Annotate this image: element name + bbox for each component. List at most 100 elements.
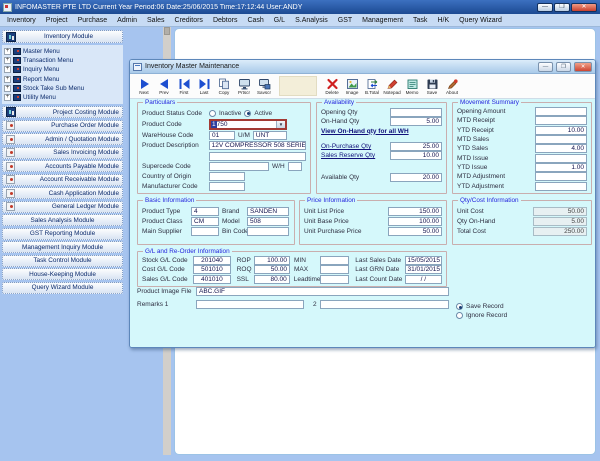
- tree-item-report-menu[interactable]: + Report Menu: [4, 74, 122, 83]
- scrollbar-thumb[interactable]: [164, 27, 170, 35]
- last-count-date-field[interactable]: / /: [405, 275, 442, 284]
- delete-button[interactable]: Delete: [322, 78, 342, 95]
- ssl-field[interactable]: 80.00: [254, 275, 289, 284]
- opening-amount-field[interactable]: [535, 107, 587, 116]
- description-field[interactable]: 12V COMPRESSOR 508 SERIES: [209, 141, 306, 150]
- max-field[interactable]: [320, 265, 350, 274]
- description2-field[interactable]: [209, 152, 306, 161]
- menu-project[interactable]: Project: [41, 14, 73, 26]
- dialog-maximize-button[interactable]: ❐: [556, 62, 571, 72]
- prtscr-button[interactable]: Prtscr: [234, 78, 254, 95]
- last-grn-date-field[interactable]: 31/01/2015: [405, 265, 443, 274]
- sidebar-item-management-inquiry[interactable]: Management Inquiry Module: [2, 241, 123, 253]
- tree-item-utility-menu[interactable]: + Utility Menu: [4, 93, 122, 102]
- unit-purchase-price-field[interactable]: 50.00: [388, 227, 442, 236]
- roq-field[interactable]: 50.00: [254, 265, 290, 274]
- window-maximize-button[interactable]: ❐: [554, 3, 570, 12]
- brand-field[interactable]: SANDEN: [247, 207, 289, 216]
- active-radio[interactable]: [244, 110, 251, 117]
- menu-management[interactable]: Management: [357, 14, 408, 26]
- sidebar-item-admin-quotation[interactable]: Admin / Quotation Module: [2, 133, 123, 145]
- next-button[interactable]: Next: [134, 78, 154, 95]
- sidebar-item-accounts-payable[interactable]: Accounts Payable Module: [2, 160, 123, 172]
- remarks2-field[interactable]: [320, 300, 449, 309]
- expand-plus-icon[interactable]: +: [4, 76, 11, 83]
- expand-plus-icon[interactable]: +: [4, 48, 11, 55]
- menu-creditors[interactable]: Creditors: [170, 14, 208, 26]
- menu-sanalysis[interactable]: S.Analysis: [290, 14, 333, 26]
- onhand-qty-field[interactable]: 5.00: [390, 117, 442, 126]
- cost-gl-field[interactable]: 501010: [193, 265, 231, 274]
- menu-debtors[interactable]: Debtors: [208, 14, 243, 26]
- mtd-receipt-field[interactable]: [535, 116, 587, 125]
- sidebar-item-task-control[interactable]: Task Control Module: [2, 255, 123, 267]
- onpurchase-qty-label[interactable]: On-Purchase Qty: [321, 143, 371, 150]
- sales-reserve-qty-field[interactable]: 10.00: [390, 151, 442, 160]
- inactive-radio[interactable]: [209, 110, 216, 117]
- leadtime-field[interactable]: [320, 275, 350, 284]
- manufacturer-field[interactable]: [209, 182, 245, 191]
- dropdown-arrow-icon[interactable]: ▼: [276, 121, 285, 128]
- savscr-button[interactable]: Savscr: [254, 78, 274, 95]
- main-supplier-field[interactable]: [191, 227, 219, 236]
- save-record-radio[interactable]: [456, 303, 463, 310]
- onpurchase-qty-field[interactable]: 25.00: [390, 142, 442, 151]
- model-field[interactable]: 508: [247, 217, 289, 226]
- sidebar-item-project-costing[interactable]: Project Costing Module: [2, 106, 123, 118]
- mtd-issue-field[interactable]: [535, 154, 587, 163]
- ytd-sales-field[interactable]: 4.00: [535, 144, 587, 153]
- mtd-sales-field[interactable]: [535, 135, 587, 144]
- unit-list-price-field[interactable]: 150.00: [388, 207, 442, 216]
- unit-base-price-field[interactable]: 100.00: [388, 217, 442, 226]
- supercede-field[interactable]: [209, 162, 269, 171]
- product-image-file-field[interactable]: ABC.GIF: [196, 287, 449, 296]
- uom-field[interactable]: UNT: [253, 131, 287, 140]
- prev-button[interactable]: Prev: [154, 78, 174, 95]
- tree-item-master-menu[interactable]: + Master Menu: [4, 47, 122, 56]
- sidebar-item-gst-reporting[interactable]: GST Reporting Module: [2, 228, 123, 240]
- warehouse-field[interactable]: 01: [209, 131, 235, 140]
- dialog-close-button[interactable]: ✕: [574, 62, 592, 72]
- sales-gl-field[interactable]: 401010: [193, 275, 230, 284]
- first-button[interactable]: First: [174, 78, 194, 95]
- sidebar-item-query-wizard[interactable]: Query Wizard Module: [2, 282, 123, 294]
- sidebar-item-general-ledger[interactable]: General Ledger Module: [2, 201, 123, 213]
- expand-plus-icon[interactable]: +: [4, 66, 11, 73]
- last-sales-date-field[interactable]: 15/05/2015: [405, 256, 443, 265]
- min-field[interactable]: [320, 256, 350, 265]
- remarks1-field[interactable]: [196, 300, 304, 309]
- memo-button[interactable]: Memo: [402, 78, 422, 95]
- tree-item-transaction-menu[interactable]: + Transaction Menu: [4, 56, 122, 65]
- menu-cash[interactable]: Cash: [242, 14, 268, 26]
- ytd-receipt-field[interactable]: 10.00: [535, 126, 587, 135]
- ignore-record-radio[interactable]: [456, 312, 463, 319]
- menu-inventory[interactable]: Inventory: [2, 14, 41, 26]
- expand-plus-icon[interactable]: +: [4, 57, 11, 64]
- product-type-field[interactable]: 4: [191, 207, 219, 216]
- menu-query-wizard[interactable]: Query Wizard: [454, 14, 507, 26]
- ytd-adjustment-field[interactable]: [535, 182, 587, 191]
- notepad-button[interactable]: Notepad: [382, 78, 402, 95]
- mtd-adjustment-field[interactable]: [535, 172, 587, 181]
- sidebar-item-purchase-order[interactable]: Purchase Order Module: [2, 120, 123, 132]
- wh-field[interactable]: [288, 162, 302, 171]
- tree-item-inquiry-menu[interactable]: + Inquiry Menu: [4, 65, 122, 74]
- rop-field[interactable]: 100.00: [254, 256, 290, 265]
- opening-qty-field[interactable]: [390, 108, 442, 117]
- stock-gl-field[interactable]: 201040: [193, 256, 231, 265]
- btotal-button[interactable]: B.Total: [362, 78, 382, 95]
- sidebar-item-inventory-module[interactable]: Inventory Module: [2, 30, 123, 43]
- menu-sales[interactable]: Sales: [142, 14, 170, 26]
- image-button[interactable]: Image: [342, 78, 362, 95]
- dialog-titlebar[interactable]: Inventory Master Maintenance — ❐ ✕: [130, 60, 595, 74]
- about-button[interactable]: About: [442, 78, 462, 95]
- expand-plus-icon[interactable]: +: [4, 94, 11, 101]
- sidebar-item-sales-analysis[interactable]: Sales Analysis Module: [2, 214, 123, 226]
- view-onhand-link[interactable]: View On-Hand qty for all WH: [321, 128, 409, 135]
- dialog-minimize-button[interactable]: —: [538, 62, 553, 72]
- last-button[interactable]: Last: [194, 78, 214, 95]
- window-close-button[interactable]: ✕: [571, 3, 597, 12]
- menu-admin[interactable]: Admin: [112, 14, 142, 26]
- product-code-combo[interactable]: 1 750 ▼: [209, 119, 287, 130]
- sales-reserve-qty-label[interactable]: Sales Reserve Qty: [321, 152, 375, 159]
